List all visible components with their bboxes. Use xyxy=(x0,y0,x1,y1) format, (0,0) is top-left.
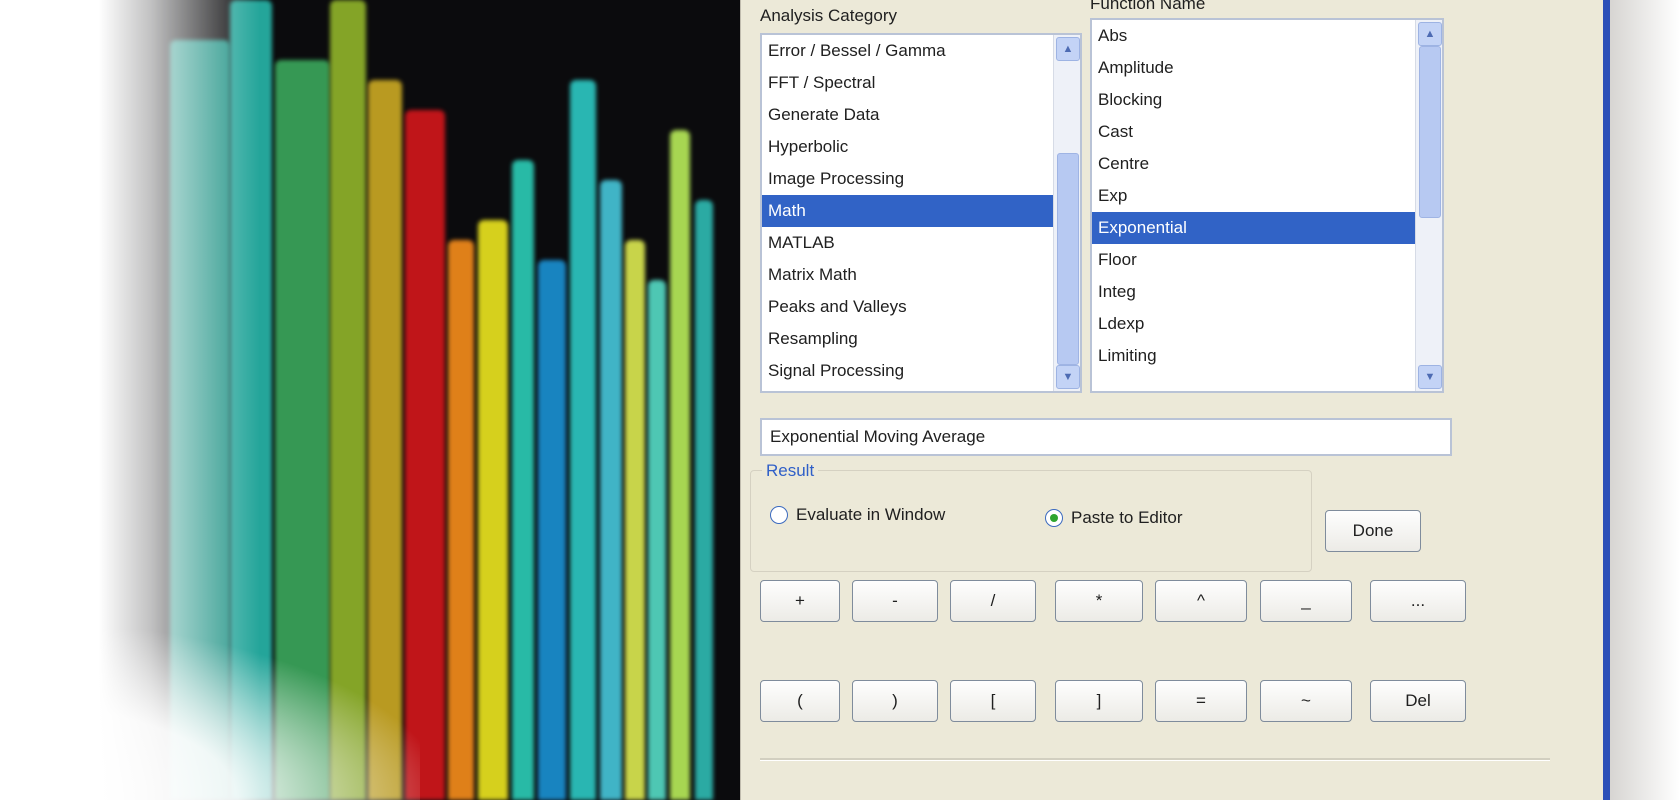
dialog-separator xyxy=(760,758,1550,761)
function-list-item[interactable]: Limiting xyxy=(1092,340,1442,372)
evaluate-in-window-radio[interactable]: Evaluate in Window xyxy=(770,505,945,525)
scroll-down-icon[interactable]: ▼ xyxy=(1418,365,1442,389)
spectrum-bar xyxy=(695,200,713,800)
operator-button[interactable]: _ xyxy=(1260,580,1352,622)
radio-label: Paste to Editor xyxy=(1071,508,1183,527)
function-name-list[interactable]: Abs Amplitude Blocking Cast Centre Exp Exponen… xyxy=(1090,18,1444,393)
radio-icon xyxy=(770,506,788,524)
spectrum-bar xyxy=(512,160,534,800)
function-items: Abs Amplitude Blocking Cast Centre Exp Exponen… xyxy=(1092,20,1442,372)
category-list-item[interactable]: Image Processing xyxy=(762,163,1080,195)
function-list-item[interactable]: Ldexp xyxy=(1092,308,1442,340)
scroll-thumb[interactable] xyxy=(1057,153,1079,365)
operator-button[interactable]: [ xyxy=(950,680,1036,722)
operator-button[interactable]: ~ xyxy=(1260,680,1352,722)
operator-button[interactable]: * xyxy=(1055,580,1143,622)
analysis-category-label: Analysis Category xyxy=(760,6,898,25)
scroll-up-icon[interactable]: ▲ xyxy=(1418,22,1442,46)
function-description-field[interactable]: Exponential Moving Average xyxy=(760,418,1452,456)
function-list-item[interactable]: Blocking xyxy=(1092,84,1442,116)
function-list-item[interactable]: Abs xyxy=(1092,20,1442,52)
operator-button[interactable]: - xyxy=(852,580,938,622)
function-list-item[interactable]: Cast xyxy=(1092,116,1442,148)
category-list-item[interactable]: Hyperbolic xyxy=(762,131,1080,163)
category-list-item[interactable]: Peaks and Valleys xyxy=(762,291,1080,323)
spectrum-bar xyxy=(448,240,474,800)
function-list-item[interactable]: Exponential xyxy=(1092,212,1442,244)
category-list-item[interactable]: MATLAB xyxy=(762,227,1080,259)
category-scrollbar[interactable]: ▲ ▼ xyxy=(1053,35,1080,391)
scroll-up-icon[interactable]: ▲ xyxy=(1056,37,1080,61)
category-list-item[interactable]: Generate Data xyxy=(762,99,1080,131)
operator-button[interactable]: = xyxy=(1155,680,1247,722)
operator-button[interactable]: + xyxy=(760,580,840,622)
spectrum-bar xyxy=(570,80,596,800)
operator-button[interactable]: Del xyxy=(1370,680,1466,722)
operator-button[interactable]: ... xyxy=(1370,580,1466,622)
category-items: Error / Bessel / Gamma FFT / Spectral Gene… xyxy=(762,35,1080,387)
function-list-item[interactable]: Centre xyxy=(1092,148,1442,180)
function-scrollbar[interactable]: ▲ ▼ xyxy=(1415,20,1442,391)
spectrum-bar xyxy=(478,220,508,800)
radio-icon xyxy=(1045,509,1063,527)
spectrum-bar xyxy=(625,240,645,800)
spectrum-artwork xyxy=(0,0,740,800)
category-list-item[interactable]: Error / Bessel / Gamma xyxy=(762,35,1080,67)
dialog-frame-edge xyxy=(1603,0,1610,800)
function-list-item[interactable]: Integ xyxy=(1092,276,1442,308)
function-list-item[interactable]: Amplitude xyxy=(1092,52,1442,84)
scroll-thumb[interactable] xyxy=(1419,46,1441,218)
dialog-shadow xyxy=(1610,0,1680,800)
operator-button[interactable]: / xyxy=(950,580,1036,622)
function-list-item[interactable]: Exp xyxy=(1092,180,1442,212)
operator-button[interactable]: ( xyxy=(760,680,840,722)
category-list-item[interactable]: Signal Processing xyxy=(762,355,1080,387)
done-button[interactable]: Done xyxy=(1325,510,1421,552)
operator-button[interactable]: ^ xyxy=(1155,580,1247,622)
category-list-item[interactable]: Math xyxy=(762,195,1080,227)
spectrum-bar xyxy=(670,130,690,800)
scroll-down-icon[interactable]: ▼ xyxy=(1056,365,1080,389)
spectrum-bar xyxy=(538,260,566,800)
result-group-title: Result xyxy=(762,461,819,481)
category-list-item[interactable]: FFT / Spectral xyxy=(762,67,1080,99)
analysis-category-list[interactable]: Error / Bessel / Gamma FFT / Spectral Gene… xyxy=(760,33,1082,393)
paste-to-editor-radio[interactable]: Paste to Editor xyxy=(1045,508,1183,528)
category-list-item[interactable]: Resampling xyxy=(762,323,1080,355)
operator-button[interactable]: ] xyxy=(1055,680,1143,722)
operator-button[interactable]: ) xyxy=(852,680,938,722)
category-list-item[interactable]: Matrix Math xyxy=(762,259,1080,291)
spectrum-bar xyxy=(648,280,666,800)
function-list-item[interactable]: Floor xyxy=(1092,244,1442,276)
spectrum-bar xyxy=(600,180,622,800)
function-name-label: Function Name xyxy=(1090,0,1206,13)
radio-label: Evaluate in Window xyxy=(796,505,946,524)
artwork-fade xyxy=(0,630,420,800)
